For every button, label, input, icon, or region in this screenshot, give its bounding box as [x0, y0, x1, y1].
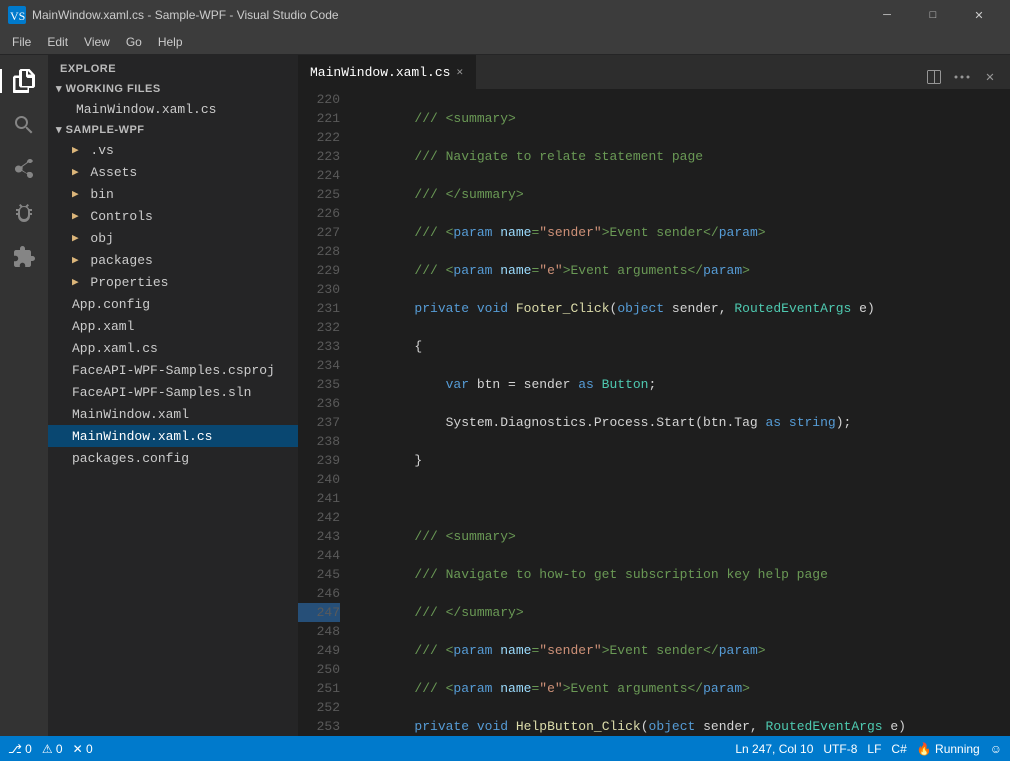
sidebar-item-bin[interactable]: ▶ bin	[48, 183, 298, 205]
explore-header: EXPLORE	[48, 55, 298, 79]
sidebar-item-packagesconfig[interactable]: packages.config	[48, 447, 298, 469]
sidebar-item-properties[interactable]: ▶ Properties	[48, 271, 298, 293]
editor-area: MainWindow.xaml.cs ✕ ✕ 220	[298, 55, 1010, 736]
code-content[interactable]: /// <summary> /// Navigate to relate sta…	[348, 90, 1010, 736]
close-editor-button[interactable]: ✕	[978, 65, 1002, 89]
minimize-button[interactable]: ─	[864, 0, 910, 30]
errors-status[interactable]: ✕ 0	[73, 742, 93, 756]
menu-view[interactable]: View	[76, 33, 118, 51]
menu-go[interactable]: Go	[118, 33, 150, 51]
encoding-status[interactable]: UTF-8	[823, 742, 857, 756]
status-bar: ⎇ 0 ⚠ 0 ✕ 0 Ln 247, Col 10 UTF-8 LF C# 🔥…	[0, 736, 1010, 761]
working-file-mainwindow[interactable]: MainWindow.xaml.cs	[48, 98, 298, 120]
sidebar-item-appxaml[interactable]: App.xaml	[48, 315, 298, 337]
sidebar-item-obj[interactable]: ▶ obj	[48, 227, 298, 249]
status-right: Ln 247, Col 10 UTF-8 LF C# 🔥 Running ☺	[735, 742, 1002, 756]
folder-icon: ▶	[72, 165, 79, 179]
main-layout: EXPLORE ▾ WORKING FILES MainWindow.xaml.…	[0, 55, 1010, 736]
window-title: MainWindow.xaml.cs - Sample-WPF - Visual…	[32, 8, 864, 22]
close-button[interactable]: ✕	[956, 0, 1002, 30]
folder-icon: ▶	[72, 209, 79, 223]
tab-actions: ✕	[914, 65, 1010, 89]
tab-bar: MainWindow.xaml.cs ✕ ✕	[298, 55, 1010, 90]
tab-label: MainWindow.xaml.cs	[310, 65, 450, 80]
files-activity-icon[interactable]	[6, 63, 42, 99]
project-header[interactable]: ▾ SAMPLE-WPF	[48, 120, 298, 139]
folder-icon: ▶	[72, 275, 79, 289]
folder-icon: ▶	[72, 231, 79, 245]
svg-text:VS: VS	[10, 9, 25, 23]
debug-activity-icon[interactable]	[6, 195, 42, 231]
running-status: 🔥 Running	[917, 742, 980, 756]
split-editor-button[interactable]	[922, 65, 946, 89]
git-branch-status[interactable]: ⎇ 0	[8, 742, 32, 756]
line-ending-status[interactable]: LF	[867, 742, 881, 756]
working-files-header[interactable]: ▾ WORKING FILES	[48, 79, 298, 98]
language-status[interactable]: C#	[891, 742, 906, 756]
sidebar-item-controls[interactable]: ▶ Controls	[48, 205, 298, 227]
menu-file[interactable]: File	[4, 33, 39, 51]
app-icon: VS	[8, 6, 26, 24]
feedback-icon[interactable]: ☺	[990, 742, 1002, 756]
activity-bar	[0, 55, 48, 736]
sidebar-item-appxamlcs[interactable]: App.xaml.cs	[48, 337, 298, 359]
status-left: ⎇ 0 ⚠ 0 ✕ 0	[8, 742, 93, 756]
line-numbers: 220221222223224 225226227228229 23023123…	[298, 90, 348, 736]
tab-mainwindow[interactable]: MainWindow.xaml.cs ✕	[298, 55, 476, 89]
sidebar-item-mainwindowxamlcs[interactable]: MainWindow.xaml.cs	[48, 425, 298, 447]
sidebar-item-csproj[interactable]: FaceAPI-WPF-Samples.csproj	[48, 359, 298, 381]
folder-icon: ▶	[72, 187, 79, 201]
sidebar-item-vs[interactable]: ▶ .vs	[48, 139, 298, 161]
sidebar: EXPLORE ▾ WORKING FILES MainWindow.xaml.…	[48, 55, 298, 736]
search-activity-icon[interactable]	[6, 107, 42, 143]
menu-help[interactable]: Help	[150, 33, 191, 51]
maximize-button[interactable]: □	[910, 0, 956, 30]
folder-icon: ▶	[72, 253, 79, 267]
title-bar: VS MainWindow.xaml.cs - Sample-WPF - Vis…	[0, 0, 1010, 30]
menu-bar: File Edit View Go Help	[0, 30, 1010, 55]
extensions-activity-icon[interactable]	[6, 239, 42, 275]
sidebar-item-mainwindowxaml[interactable]: MainWindow.xaml	[48, 403, 298, 425]
sidebar-item-appconfig[interactable]: App.config	[48, 293, 298, 315]
warnings-status[interactable]: ⚠ 0	[42, 742, 63, 756]
sidebar-item-sln[interactable]: FaceAPI-WPF-Samples.sln	[48, 381, 298, 403]
window-controls: ─ □ ✕	[864, 0, 1002, 30]
sidebar-item-packages[interactable]: ▶ packages	[48, 249, 298, 271]
source-control-activity-icon[interactable]	[6, 151, 42, 187]
code-editor: 220221222223224 225226227228229 23023123…	[298, 90, 1010, 736]
more-actions-button[interactable]	[950, 65, 974, 89]
menu-edit[interactable]: Edit	[39, 33, 76, 51]
tab-close-icon[interactable]: ✕	[456, 65, 463, 79]
sidebar-item-assets[interactable]: ▶ Assets	[48, 161, 298, 183]
folder-icon: ▶	[72, 143, 79, 157]
cursor-position-status[interactable]: Ln 247, Col 10	[735, 742, 813, 756]
